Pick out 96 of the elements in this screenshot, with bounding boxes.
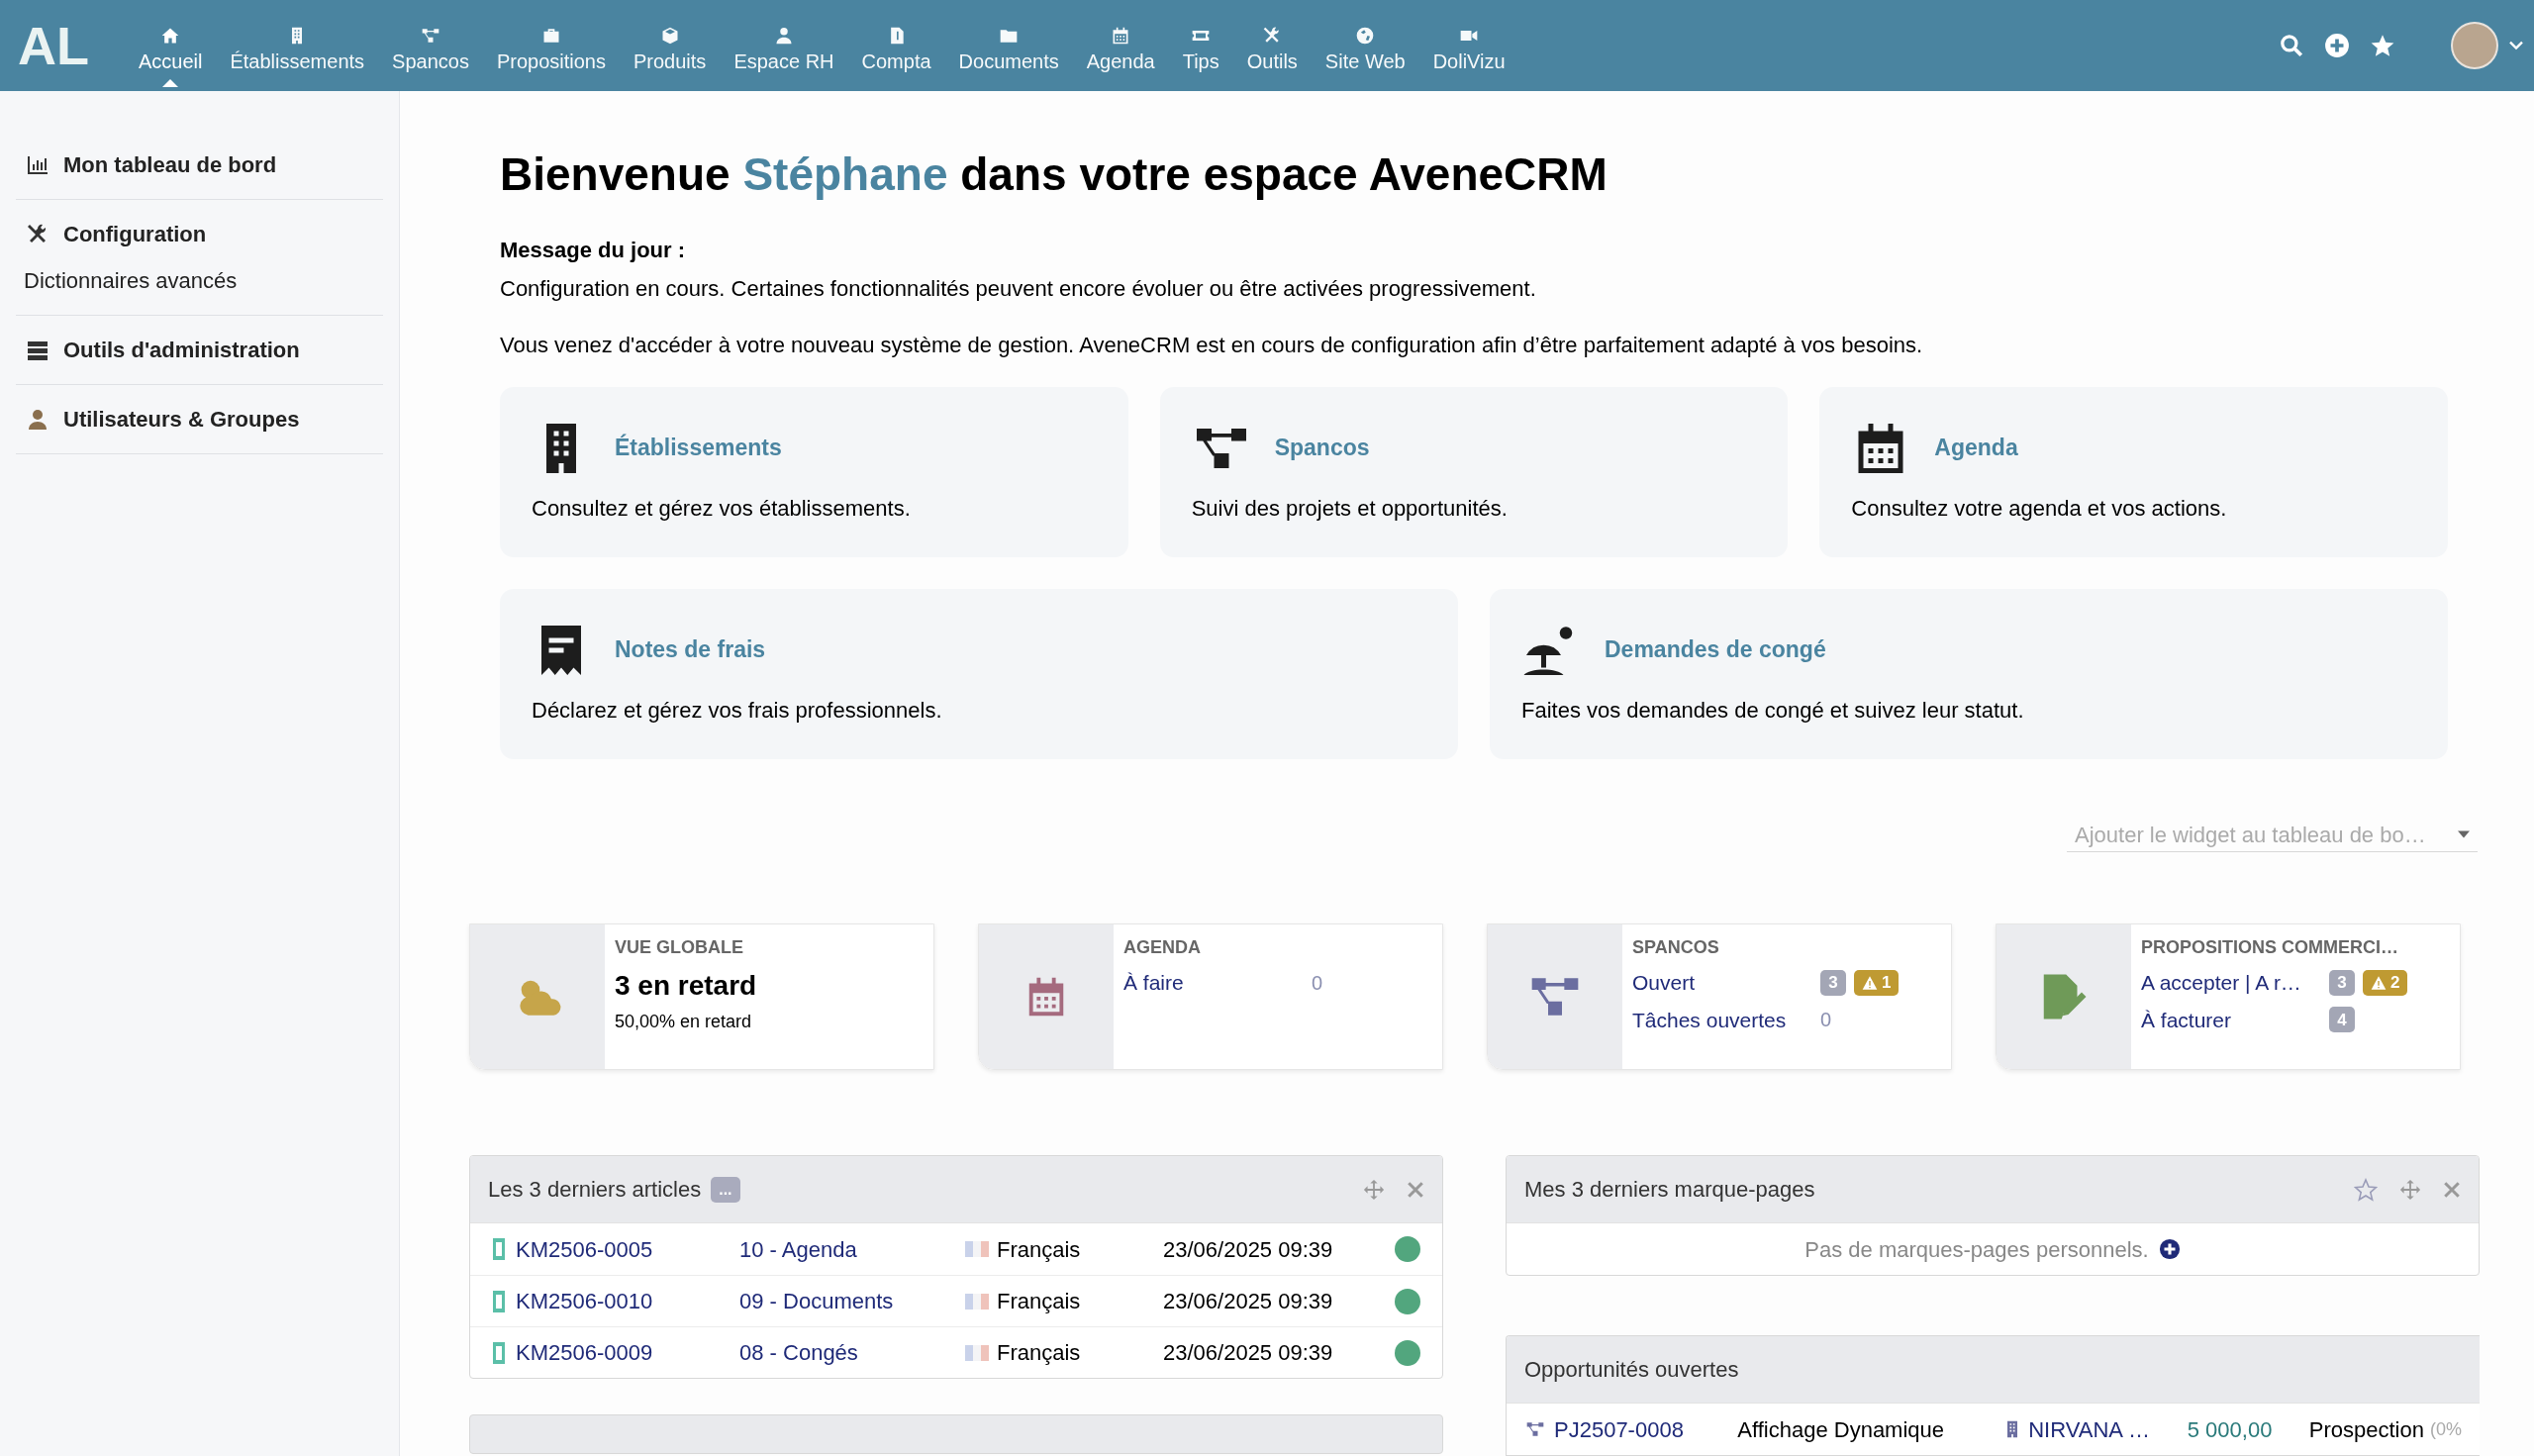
box-title: VUE GLOBALE	[615, 936, 744, 959]
sidebar-section-link[interactable]: Mon tableau de bord	[26, 148, 373, 181]
nav-tab[interactable]: Spancos	[378, 0, 483, 91]
plus-circle-icon[interactable]	[2158, 1238, 2181, 1260]
card-title: Agenda	[1934, 434, 2018, 463]
nav-tab[interactable]: Propositions	[482, 0, 620, 91]
shortcut-card[interactable]: Établissements Consultez et gérez vos établissements.	[500, 386, 1128, 557]
sidebar-section-link[interactable]: Outils d'administration	[26, 334, 373, 366]
nav-tab[interactable]: Tips	[1168, 0, 1233, 91]
flag-icon	[965, 1344, 989, 1361]
close-icon[interactable]	[1407, 1180, 1424, 1199]
message-text: Configuration en cours. Certaines fonctionnalités peuvent encore évoluer ou être activées progressivement.	[500, 274, 1537, 303]
home-icon	[160, 26, 181, 46]
opportunity-label: Affichage Dynamique	[1737, 1415, 1946, 1444]
welcome-title: Bienvenue Stéphane dans votre espace AveneCRM	[500, 147, 1608, 202]
nav-tab[interactable]: Outils	[1232, 0, 1312, 91]
article-ref-link[interactable]: KM2506-0005	[492, 1232, 739, 1266]
count-text: 0	[1820, 1008, 1832, 1033]
article-title-link[interactable]: 09 - Documents	[739, 1285, 965, 1317]
user-icon	[26, 407, 49, 432]
card-description: Consultez votre agenda et vos actions.	[1851, 494, 2228, 523]
nav-tab[interactable]: Produits	[620, 0, 721, 91]
message-heading: Message du jour :	[500, 236, 687, 264]
star-outline-icon[interactable]	[2354, 1177, 2378, 1202]
intro-text: Vous venez d'accéder à votre nouveau système de gestion. AveneCRM est en cours de configuration afin d’être parfaitement adapté à vos besoins.	[500, 331, 1924, 359]
card-title: Notes de frais	[615, 635, 766, 665]
nav-tab[interactable]: Espace RH	[720, 0, 848, 91]
flowchart-icon	[1524, 1419, 1546, 1439]
nav-tab[interactable]: DoliVizu	[1418, 0, 1519, 91]
date-text: 23/06/2025 09:39	[1163, 1288, 1334, 1315]
box-title: AGENDA	[1123, 936, 1202, 959]
card-title: Spancos	[1274, 434, 1370, 463]
percent-text: (0%	[2430, 1417, 2462, 1441]
box-subline: 50,00% en retard	[615, 1011, 753, 1033]
box-link[interactable]: À faire	[1123, 967, 1312, 999]
box-link[interactable]: A accepter | A r…	[2141, 967, 2329, 999]
article-title-link[interactable]: 10 - Agenda	[739, 1232, 965, 1266]
shortcut-card[interactable]: Agenda Consultez votre agenda et vos actions.	[1819, 386, 2448, 557]
flag-icon	[965, 1241, 989, 1257]
card-title: Établissements	[615, 433, 782, 463]
nav-tab[interactable]: Établissements	[216, 0, 379, 91]
language-text: Français	[997, 1235, 1081, 1264]
sidebar-section-link[interactable]: Configuration	[26, 218, 373, 250]
nav-tab[interactable]: Site Web	[1311, 0, 1419, 91]
empty-message: Pas de marques-pages personnels.	[1804, 1235, 2149, 1264]
nav-tab[interactable]: Agenda	[1072, 0, 1169, 91]
ticket-icon	[492, 1340, 506, 1365]
article-ref-link[interactable]: KM2506-0010	[492, 1285, 739, 1317]
user-avatar[interactable]	[2451, 22, 2498, 69]
box-link[interactable]: À facturer	[2141, 1004, 2329, 1035]
close-icon[interactable]	[2443, 1180, 2461, 1199]
box-headline: 3 en retard	[615, 969, 758, 1003]
date-text: 23/06/2025 09:39	[1163, 1339, 1334, 1367]
calendar-icon	[1111, 26, 1131, 46]
card-description: Faites vos demandes de congé et suivez leur statut.	[1521, 696, 2025, 725]
box-title: PROPOSITIONS COMMERCI…	[2141, 936, 2399, 959]
caret-down-icon	[2458, 830, 2470, 839]
article-title-link[interactable]: 08 - Congés	[739, 1336, 965, 1369]
company-link[interactable]: NIRVANA …	[2002, 1412, 2188, 1446]
status-text: Prospection	[2308, 1415, 2424, 1444]
panel-title: Les 3 derniers articles	[488, 1176, 702, 1204]
box-link[interactable]: Ouvert	[1632, 967, 1820, 999]
globe-icon	[1355, 26, 1376, 46]
move-icon[interactable]	[1363, 1178, 1385, 1201]
panel-title: Opportunités ouvertes	[1524, 1356, 1739, 1384]
search-icon[interactable]	[2279, 33, 2304, 58]
amount-text: 5 000,00	[2187, 1415, 2274, 1444]
shortcut-card[interactable]: Spancos Suivi des projets et opportunités.	[1159, 386, 1789, 557]
language-text: Français	[997, 1339, 1081, 1367]
shortcut-card[interactable]: Notes de frais Déclarez et gérez vos frais professionnels.	[500, 588, 1458, 759]
ticket-icon	[492, 1289, 506, 1313]
sidebar-section-link[interactable]: Utilisateurs & Groupes	[26, 403, 373, 436]
warning-icon	[1862, 974, 1878, 991]
flowchart-icon	[421, 26, 440, 46]
logo[interactable]: AL	[18, 19, 89, 72]
nav-tab[interactable]: Documents	[944, 0, 1073, 91]
date-text: 23/06/2025 09:39	[1163, 1235, 1334, 1264]
card-description: Suivi des projets et opportunités.	[1191, 494, 1509, 523]
opportunity-ref-link[interactable]: PJ2507-0008	[1524, 1412, 1738, 1446]
card-title: Demandes de congé	[1605, 635, 1826, 665]
box-link[interactable]: Tâches ouvertes	[1632, 1004, 1820, 1035]
sidebar-item[interactable]: Dictionnaires avancés	[24, 264, 373, 297]
shortcut-card[interactable]: Demandes de congé Faites vos demandes de congé et suivez leur statut.	[1490, 588, 2448, 759]
article-ref-link[interactable]: KM2506-0009	[492, 1336, 739, 1369]
count-text: 0	[1312, 970, 1323, 996]
flag-icon	[965, 1293, 989, 1310]
card-description: Déclarez et gérez vos frais professionnels.	[532, 696, 943, 725]
ticket-icon	[492, 1237, 506, 1261]
card-description: Consultez et gérez vos établissements.	[532, 494, 912, 523]
star-icon[interactable]	[2370, 33, 2395, 58]
move-icon[interactable]	[2399, 1178, 2421, 1201]
box-title: SPANCOS	[1632, 936, 1720, 959]
nav-tab[interactable]: Compta	[847, 0, 945, 91]
warning-icon	[2371, 974, 2387, 991]
language-text: Français	[997, 1288, 1081, 1315]
panel-title: Mes 3 derniers marque-pages	[1524, 1176, 1815, 1204]
